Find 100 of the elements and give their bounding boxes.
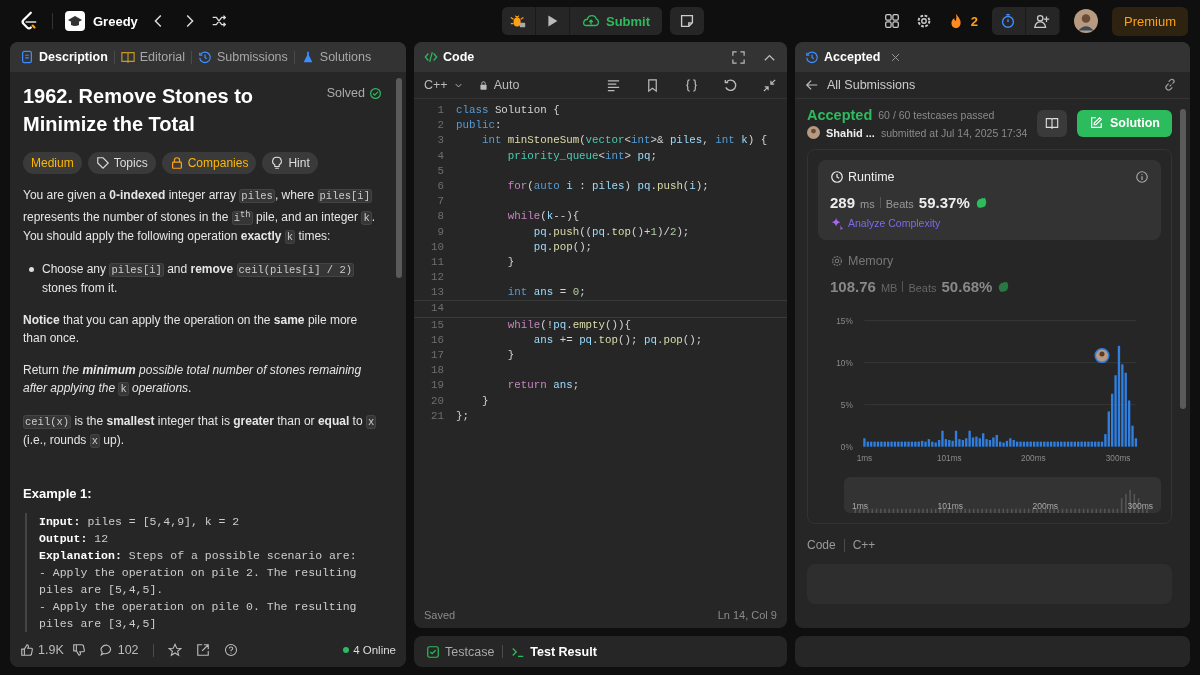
edit-icon xyxy=(1089,116,1103,130)
code-line: return ans; xyxy=(506,378,580,394)
line-number: 10 xyxy=(430,239,445,255)
description-paragraph: Return the minimum possible total number of stones remaining after applying the k operations. xyxy=(23,361,363,398)
debug-button[interactable] xyxy=(501,7,536,35)
bullet-dot xyxy=(29,266,34,272)
code-line: } xyxy=(480,393,489,409)
close-icon[interactable] xyxy=(890,51,902,63)
panel-tab[interactable]: Editorial xyxy=(120,50,185,64)
share-icon[interactable] xyxy=(195,643,210,657)
testcases-passed: 60 / 60 testcases passed xyxy=(878,109,995,121)
comment-icon xyxy=(99,643,114,657)
language-dropdown[interactable]: C++ xyxy=(424,78,464,92)
tag-chip[interactable]: Medium xyxy=(23,152,82,174)
line-number: 13 xyxy=(430,285,445,301)
user-name: Shahid ... xyxy=(826,126,875,139)
clap-icon xyxy=(997,280,1011,293)
lock-icon xyxy=(477,79,489,91)
code-line: priority_queue<int> pq; xyxy=(506,148,657,164)
cursor-position: Ln 14, Col 9 xyxy=(717,609,777,621)
layout-grid-icon[interactable] xyxy=(882,12,901,30)
streak-counter[interactable]: 2 xyxy=(946,12,978,30)
bookmark-icon[interactable] xyxy=(645,77,660,93)
code-line: class Solution { xyxy=(456,103,560,118)
console-tab[interactable]: Test Result xyxy=(511,644,597,659)
scrollbar-thumb[interactable] xyxy=(1180,109,1186,409)
code-line: while(!pq.empty()){ xyxy=(506,317,631,333)
problem-list-button[interactable]: Greedy xyxy=(65,11,138,31)
braces-icon[interactable] xyxy=(684,77,699,93)
shrink-icon[interactable] xyxy=(762,77,777,93)
panel-tab[interactable]: Solutions xyxy=(300,50,372,64)
solved-status: Solved xyxy=(326,86,382,100)
console-tab[interactable]: Testcase xyxy=(426,644,495,659)
runtime-avatar-marker xyxy=(1094,348,1110,364)
line-number: 4 xyxy=(436,148,445,164)
back-arrow-icon xyxy=(805,78,819,92)
lock-icon xyxy=(169,156,184,170)
code-line: public: xyxy=(456,118,502,134)
metric-unit: MB xyxy=(880,282,898,294)
line-number: 21 xyxy=(430,408,445,424)
lightbulb-icon xyxy=(270,156,285,170)
line-number: 18 xyxy=(430,363,445,379)
range-label: 101ms xyxy=(937,501,964,511)
description-paragraph: Notice that you can apply the operation on the same pile more than once. xyxy=(23,311,359,347)
fullscreen-icon[interactable] xyxy=(731,49,746,65)
metric-value: 108.76 xyxy=(830,278,876,295)
avatar[interactable] xyxy=(1074,9,1098,33)
save-status: Saved xyxy=(424,609,456,621)
scrollbar-thumb[interactable] xyxy=(396,78,402,278)
code-line: ans += pq.top(); pq.pop(); xyxy=(532,332,703,348)
line-number: 14 xyxy=(430,301,445,317)
line-number: 17 xyxy=(430,348,445,363)
dislike-button[interactable] xyxy=(71,643,86,657)
help-icon[interactable] xyxy=(223,643,238,657)
example-heading: Example 1: xyxy=(23,485,93,501)
code-tab-title: Code xyxy=(424,50,475,64)
tag-icon xyxy=(95,156,110,170)
accepted-tab[interactable]: Accepted xyxy=(805,50,881,64)
beats-percent: 59.37% xyxy=(918,194,970,211)
line-number: 19 xyxy=(430,378,445,394)
line-number: 2 xyxy=(436,118,445,134)
code-line: } xyxy=(506,254,515,270)
code-brackets-icon xyxy=(424,50,438,64)
tag-chip[interactable]: Topics xyxy=(87,152,156,174)
auto-mode-toggle[interactable]: Auto xyxy=(477,78,520,92)
clock-icon xyxy=(830,170,844,184)
reset-icon[interactable] xyxy=(723,77,738,93)
link-icon[interactable] xyxy=(1163,77,1178,93)
line-number: 9 xyxy=(436,224,445,240)
like-button[interactable]: 1.9K xyxy=(20,643,64,657)
beats-label: Beats xyxy=(908,282,937,294)
info-icon[interactable] xyxy=(1135,170,1149,184)
comments-button[interactable]: 102 xyxy=(99,643,139,657)
tag-chip[interactable]: Hint xyxy=(262,152,318,174)
timer-button[interactable] xyxy=(992,7,1026,35)
format-icon[interactable] xyxy=(606,77,621,93)
beats-label: Beats xyxy=(885,198,914,210)
description-paragraph: ceil(x) is the smallest integer that is greater than or equal to x (i.e., rounds x up). xyxy=(23,412,378,450)
editorial-button[interactable] xyxy=(1037,109,1067,137)
panel-tab[interactable]: Submissions xyxy=(197,50,288,64)
example-line: Output: 12 xyxy=(39,530,110,547)
notes-button[interactable] xyxy=(670,7,705,35)
panel-tab[interactable]: Description xyxy=(20,50,108,64)
metric-card[interactable]: Runtime 289 ms Beats 59.37% Analyze Complexity xyxy=(818,160,1161,240)
metric-card[interactable]: Memory 108.76 MB Beats 50.68% xyxy=(818,244,1161,305)
line-number: 20 xyxy=(430,393,445,409)
checkbox-icon xyxy=(426,644,440,659)
tag-chip[interactable]: Companies xyxy=(161,152,257,174)
online-dot xyxy=(343,647,350,653)
beats-percent: 50.68% xyxy=(941,278,993,295)
premium-button[interactable]: Premium xyxy=(1112,6,1188,36)
history-icon xyxy=(197,50,212,64)
range-label: 1ms xyxy=(852,501,869,511)
metric-value: 289 xyxy=(830,194,856,211)
metric-title: Runtime xyxy=(848,170,895,184)
star-icon[interactable] xyxy=(167,643,182,657)
result-status: Accepted xyxy=(807,107,873,123)
all-submissions-link[interactable]: All Submissions xyxy=(805,78,916,92)
user-avatar xyxy=(807,126,820,139)
code-line: pq.pop(); xyxy=(532,239,593,255)
